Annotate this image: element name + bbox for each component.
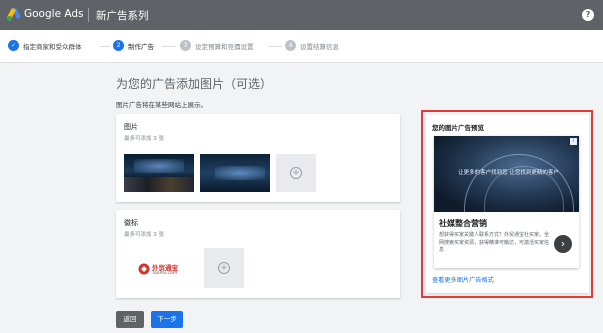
step-number-badge: 2: [113, 40, 124, 51]
step-label: 指定商家和受众群体: [23, 42, 82, 51]
images-card-hint: 最多可添加 3 张: [124, 136, 164, 142]
step-label: 制作广告: [128, 42, 154, 51]
step-number-badge: 4: [285, 40, 296, 51]
help-icon[interactable]: ?: [582, 9, 594, 21]
more-formats-link[interactable]: 查看更多图片广告格式: [432, 275, 494, 284]
uploaded-image-thumbnail[interactable]: [200, 154, 270, 192]
logo-card-hint: 最多可添加 3 张: [124, 232, 164, 238]
ad-preview[interactable]: 让更多的客户找到您 让您找到更精的客户 i 社媒整合营销 想获得买家关键人联系方…: [434, 136, 579, 268]
thumbnail-city: [124, 177, 194, 192]
chevron-right-icon[interactable]: ›: [554, 235, 572, 253]
page-title: 为您的广告添加图片（可选）: [116, 77, 273, 91]
app-name: Google Ads: [24, 8, 84, 20]
title-divider: [88, 8, 89, 22]
step-number-badge: 3: [180, 40, 191, 51]
back-button[interactable]: 返回: [116, 311, 144, 328]
add-logo-button[interactable]: +: [204, 248, 244, 288]
step-label: 设定预算和竞價设置: [195, 42, 254, 51]
ad-image: 让更多的客户找到您 让您找到更精的客户 i: [434, 136, 579, 212]
step-billing[interactable]: 4 设置结算信息: [285, 40, 339, 51]
brand-mark-icon: [138, 263, 150, 275]
step-budget-bidding[interactable]: 3 设定预算和竞價设置: [180, 40, 254, 51]
add-icon: +: [290, 167, 302, 179]
step-label: 设置结算信息: [300, 42, 339, 51]
step-check-icon: ✓: [8, 40, 19, 51]
page-subtitle: 图片广告将在某些网站上展示。: [116, 101, 207, 109]
google-ads-logo-icon[interactable]: [7, 8, 21, 21]
ad-info-icon[interactable]: i: [570, 138, 577, 145]
add-image-button[interactable]: +: [276, 154, 316, 192]
add-icon: +: [218, 262, 230, 274]
logo-card: 徽标 最多可添加 3 张 外贸通宝 TaoPai.com +: [116, 210, 400, 298]
step-connector: [162, 46, 176, 47]
ad-description: 想获得买家关键人联系方式？外贸通宝社买家。全网搜索买家资源，获得精准可触达，可激…: [439, 232, 550, 253]
uploaded-image-thumbnail[interactable]: [124, 154, 194, 192]
images-card: 图片 最多可添加 3 张 +: [116, 114, 400, 202]
preview-title: 您的图片广告预览: [432, 124, 484, 132]
step-create-ad[interactable]: 2 制作广告: [113, 40, 154, 51]
campaign-stepper: ✓ 指定商家和受众群体 2 制作广告 3 设定预算和竞價设置 4 设置结算信息: [0, 30, 603, 63]
images-card-title: 图片: [124, 123, 138, 131]
ad-headline: 社媒整合营销: [439, 219, 487, 228]
top-app-bar: Google Ads 新广告系列 ?: [0, 0, 603, 30]
step-connector: [268, 46, 282, 47]
logo-subtext: TaoPai.com: [152, 271, 178, 276]
step-connector: [100, 46, 110, 47]
next-button[interactable]: 下一步: [151, 311, 183, 328]
step-business-audience[interactable]: ✓ 指定商家和受众群体: [8, 40, 82, 51]
image-ad-preview-panel: 您的图片广告预览 让更多的客户找到您 让您找到更精的客户 i 社媒整合营销 想获…: [426, 115, 589, 293]
ad-image-text: 让更多的客户找到您 让您找到更精的客户: [458, 170, 559, 176]
logo-card-title: 徽标: [124, 219, 138, 227]
thumbnail-glow: [134, 159, 184, 173]
campaign-title: 新广告系列: [96, 10, 149, 22]
uploaded-logo[interactable]: 外贸通宝 TaoPai.com: [138, 260, 188, 278]
thumbnail-glow: [215, 166, 265, 180]
